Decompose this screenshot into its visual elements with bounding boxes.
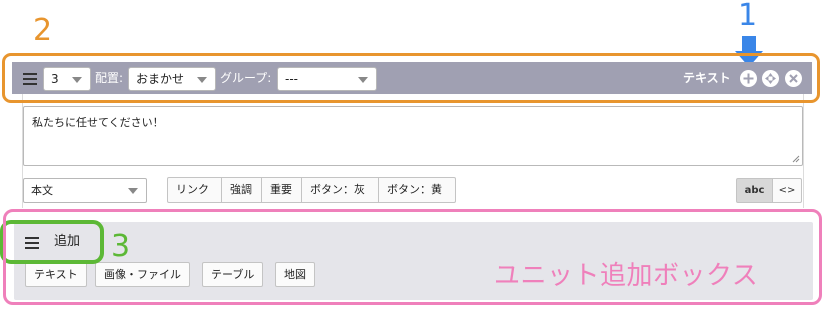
unit-text-input[interactable]: 私たちに任せてください！ xyxy=(23,106,803,166)
text-style-value: 本文 xyxy=(31,184,53,197)
source-mode-button[interactable]: <> xyxy=(772,178,802,203)
format-button-group: リンク 強調 重要 ボタン：灰 ボタン：黄 xyxy=(167,177,456,203)
link-button[interactable]: リンク xyxy=(167,177,222,203)
yellow-button-button[interactable]: ボタン：黄 xyxy=(379,177,456,203)
editor-right-border xyxy=(803,88,804,208)
wysiwyg-mode-button[interactable]: abc xyxy=(736,178,773,203)
chevron-down-icon xyxy=(128,188,138,194)
important-button[interactable]: 重要 xyxy=(262,177,302,203)
gray-button-button[interactable]: ボタン：灰 xyxy=(302,177,379,203)
annotation-number-1: 1 xyxy=(738,0,758,33)
unit-text-value: 私たちに任せてください！ xyxy=(32,116,164,129)
annotation-caption: ユニット追加ボックス xyxy=(494,261,759,291)
annotation-box-2 xyxy=(2,53,820,103)
emphasis-button[interactable]: 強調 xyxy=(222,177,262,203)
text-style-select[interactable]: 本文 xyxy=(23,178,147,203)
annotation-number-2: 2 xyxy=(33,13,53,48)
resize-grip-icon[interactable] xyxy=(792,155,800,163)
